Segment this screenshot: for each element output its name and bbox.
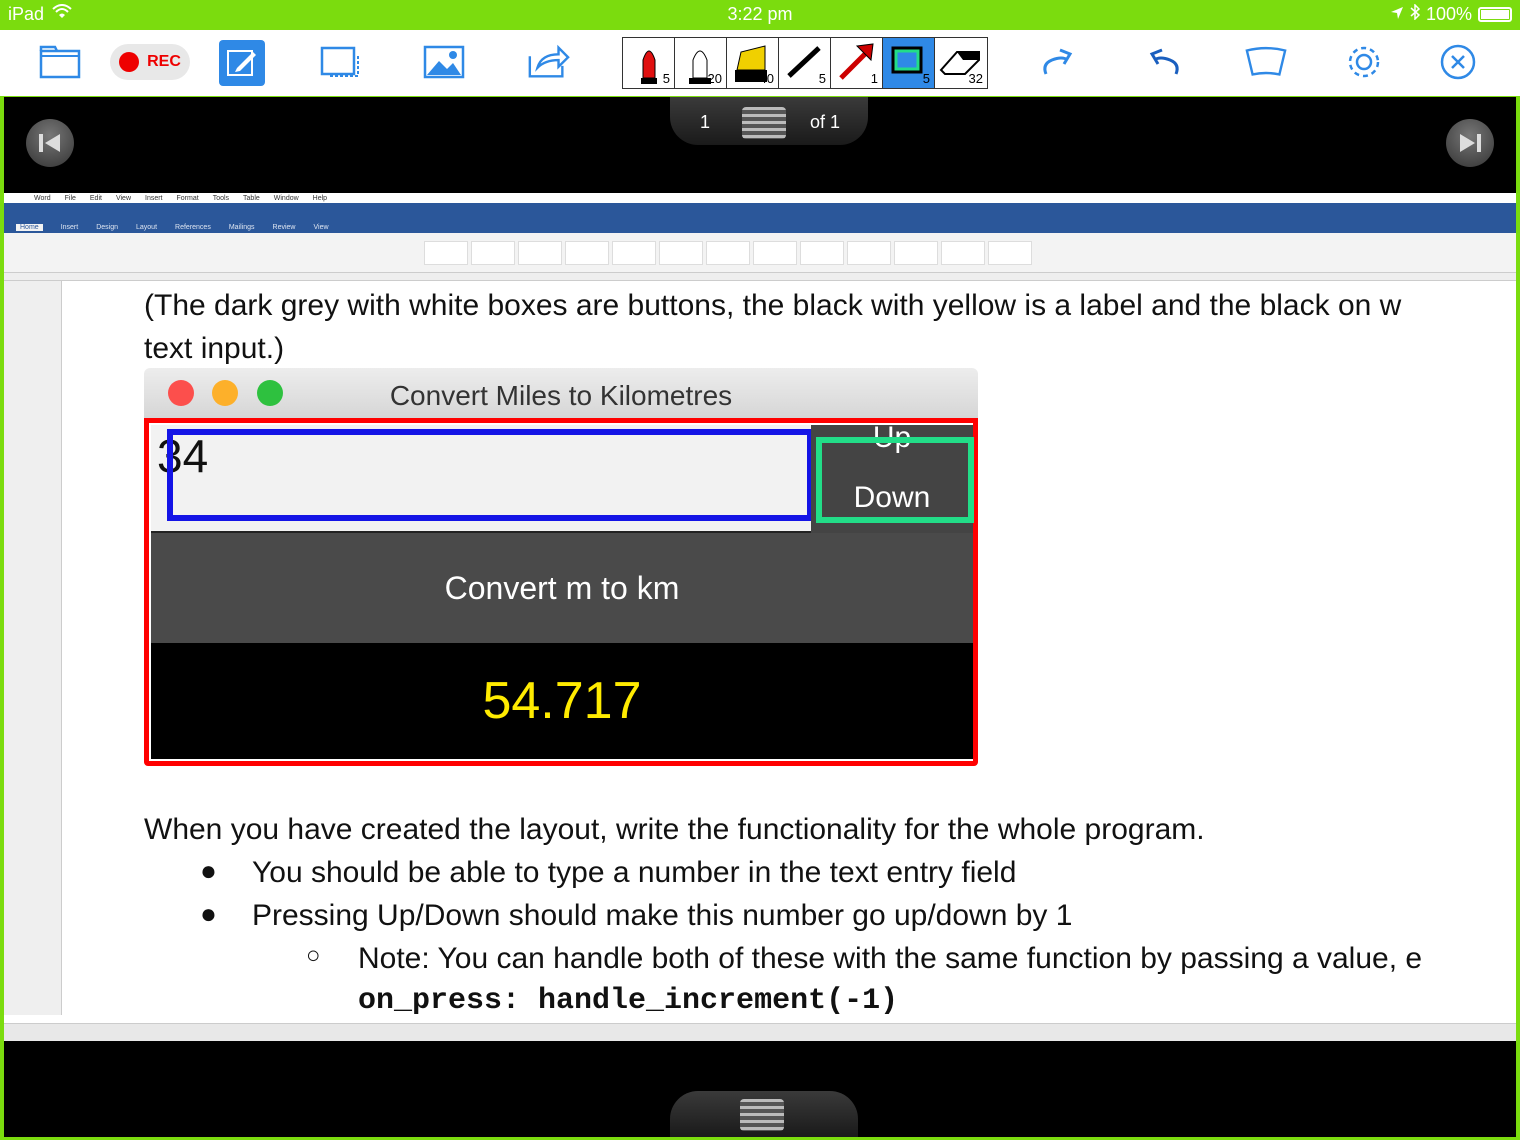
next-page-button[interactable] (1446, 119, 1494, 167)
line-tool[interactable]: 5 (779, 38, 831, 88)
bluetooth-icon (1410, 3, 1421, 25)
bullet-dot: ● (200, 855, 217, 886)
skip-forward-icon (1460, 134, 1481, 152)
whiteboard-icon[interactable] (1244, 42, 1288, 82)
status-bar: iPad 3:22 pm 100% (0, 0, 1520, 30)
current-page: 1 (700, 112, 711, 132)
word-title-bar (4, 203, 1516, 221)
battery-icon (1478, 7, 1512, 22)
page-grip-icon[interactable] (742, 107, 786, 139)
tool-size-label: 1 (870, 71, 878, 86)
arrow-tool[interactable]: 1 (831, 38, 883, 88)
app-title-bar: Convert Miles to Kilometres (144, 368, 978, 418)
bullet-dot: ● (200, 898, 217, 929)
record-button[interactable]: REC (110, 44, 190, 80)
intro-text-line-1: (The dark grey with white boxes are butt… (144, 289, 1402, 322)
rectangle-tool[interactable]: 5 (883, 38, 935, 88)
battery-percent: 100% (1425, 4, 1472, 24)
bullet-item-2: Pressing Up/Down should make this number… (252, 899, 1073, 932)
red-marker-tool[interactable]: 5 (623, 38, 675, 88)
green-annotation-rect (816, 437, 974, 523)
record-label: REC (147, 53, 181, 70)
result-label: 54.717 (151, 643, 973, 759)
sub-bullet-circle: ○ (306, 942, 321, 969)
bottom-drawer-handle[interactable] (670, 1091, 858, 1137)
ipad-screen: iPad 3:22 pm 100% REC 5 20 40 5 1 5 32 1… (0, 0, 1520, 1140)
share-icon[interactable] (526, 42, 570, 82)
page-indicator[interactable]: 1 of 1 (670, 97, 868, 145)
pen-tool-palette: 5 20 40 5 1 5 32 (622, 37, 988, 89)
word-status-bar (4, 1023, 1516, 1041)
presentation-stage: 1 of 1 Word File Edit View Insert Format Tools… (4, 97, 1516, 1137)
location-icon (1390, 4, 1404, 25)
left-ruler (4, 281, 62, 1015)
tool-size-label: 40 (759, 71, 774, 86)
tool-size-label: 20 (707, 71, 722, 86)
sub-bullet-item: Note: You can handle both of these with … (358, 942, 1423, 975)
ruler (4, 273, 1516, 281)
convert-button: Convert m to km (151, 533, 973, 643)
image-icon[interactable] (422, 42, 466, 82)
word-ribbon-tabs: Home Insert Design Layout References Mailings… (4, 221, 1516, 233)
close-icon[interactable] (1436, 42, 1480, 82)
blue-annotation-rect (167, 429, 813, 521)
annotation-toolbar: REC 5 20 40 5 1 5 32 (0, 30, 1520, 96)
tool-size-label: 5 (662, 71, 670, 86)
app-title: Convert Miles to Kilometres (389, 380, 733, 411)
tool-size-label: 32 (968, 71, 983, 86)
tool-size-label: 5 (922, 71, 930, 86)
total-pages: of 1 (809, 112, 840, 132)
app-window-screenshot: Convert Miles to Kilometres 34 Up Down C… (144, 368, 978, 766)
clock: 3:22 pm (727, 4, 793, 24)
intro-text-line-2: text input.) (144, 332, 285, 365)
redo-icon[interactable] (1036, 42, 1080, 82)
tool-size-label: 5 (818, 71, 826, 86)
drawer-grip-icon (740, 1099, 784, 1131)
app-body: 34 Up Down Convert m to km 54.717 (144, 418, 978, 766)
undo-icon[interactable] (1142, 42, 1186, 82)
body-text: When you have created the layout, write … (144, 813, 1205, 846)
folder-icon[interactable] (38, 42, 82, 82)
document-page: (The dark grey with white boxes are butt… (4, 281, 1516, 1018)
grey-marker-tool[interactable]: 20 (675, 38, 727, 88)
word-ribbon (4, 233, 1516, 273)
slides-icon[interactable] (318, 42, 362, 82)
gear-icon[interactable] (1342, 42, 1386, 82)
pen-mode-button[interactable] (219, 40, 265, 86)
eraser-tool[interactable]: 32 (935, 38, 987, 88)
document-screenshot: Word File Edit View Insert Format Tools Table Wi… (4, 193, 1516, 1041)
record-dot-icon (119, 52, 140, 72)
code-line: on_press: handle_increment(-1) (358, 984, 899, 1018)
skip-back-icon (39, 134, 60, 152)
mac-menu-bar: Word File Edit View Insert Format Tools Table Wi… (4, 193, 1516, 203)
previous-page-button[interactable] (26, 119, 74, 167)
highlighter-tool[interactable]: 40 (727, 38, 779, 88)
bullet-item-1: You should be able to type a number in t… (252, 856, 1017, 889)
